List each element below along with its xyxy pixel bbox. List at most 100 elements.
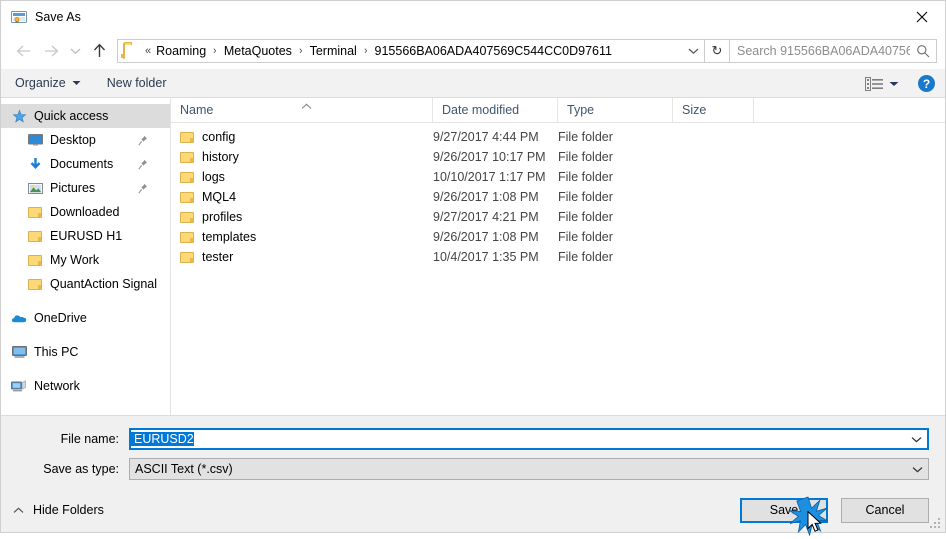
sidebar-item-network[interactable]: Network xyxy=(1,374,170,398)
breadcrumb: « Roaming › MetaQuotes › Terminal › 9155… xyxy=(144,44,682,58)
new-folder-button[interactable]: New folder xyxy=(107,76,167,90)
sidebar-item-this-pc[interactable]: This PC xyxy=(1,340,170,364)
organize-button[interactable]: Organize xyxy=(15,76,81,90)
save-as-type-row: Save as type: ASCII Text (*.csv) xyxy=(17,458,929,480)
folder-icon xyxy=(27,252,43,268)
hide-folders-label: Hide Folders xyxy=(33,503,104,517)
sidebar-item-pictures[interactable]: Pictures xyxy=(1,176,170,200)
pin-icon[interactable] xyxy=(138,135,148,146)
table-row[interactable]: MQL4 9/26/2017 1:08 PM File folder xyxy=(171,187,945,207)
sidebar-item-onedrive[interactable]: OneDrive xyxy=(1,306,170,330)
table-row[interactable]: config 9/27/2017 4:44 PM File folder xyxy=(171,127,945,147)
sidebar-item-eurusd-h1[interactable]: EURUSD H1 xyxy=(1,224,170,248)
sidebar-item-label: Pictures xyxy=(50,181,96,195)
back-arrow-icon xyxy=(16,45,30,56)
column-header-name[interactable]: Name xyxy=(171,97,433,123)
file-type-cell: File folder xyxy=(558,210,613,224)
save-button[interactable]: Save xyxy=(740,497,828,523)
file-name-cell: history xyxy=(171,150,433,164)
column-header-type[interactable]: Type xyxy=(558,97,673,123)
file-name-label: logs xyxy=(202,170,225,184)
breadcrumb-separator[interactable]: › xyxy=(209,45,221,57)
pin-icon[interactable] xyxy=(138,183,148,194)
breadcrumb-item-instance-id[interactable]: 915566BA06ADA407569C544CC0D97611 xyxy=(373,44,614,58)
file-type-cell: File folder xyxy=(558,170,613,184)
sidebar-item-downloaded[interactable]: Downloaded xyxy=(1,200,170,224)
dialog-buttons: Save Cancel xyxy=(740,495,929,537)
list-view-icon[interactable] xyxy=(864,76,884,91)
file-type-cell: File folder xyxy=(558,230,613,244)
breadcrumb-item-terminal[interactable]: Terminal xyxy=(308,44,359,58)
breadcrumb-item-metaquotes[interactable]: MetaQuotes xyxy=(222,44,294,58)
cancel-button[interactable]: Cancel xyxy=(841,497,929,523)
breadcrumb-item-roaming[interactable]: Roaming xyxy=(154,44,208,58)
sidebar-item-label: QuantAction Signal xyxy=(50,277,158,291)
file-date-cell: 9/26/2017 1:08 PM xyxy=(433,190,539,204)
folder-icon xyxy=(27,204,43,220)
cancel-button-label: Cancel xyxy=(865,503,905,517)
breadcrumb-overflow[interactable]: « xyxy=(144,45,154,57)
hide-folders-button[interactable]: Hide Folders xyxy=(13,503,104,517)
chevron-down-icon xyxy=(72,80,81,86)
file-name-row: File name: EURUSD2 xyxy=(17,428,929,450)
chevron-down-icon[interactable] xyxy=(906,466,928,473)
table-row[interactable]: profiles 9/27/2017 4:21 PM File folder xyxy=(171,207,945,227)
title-bar: Save As xyxy=(1,1,945,32)
caret-up-icon xyxy=(301,98,312,120)
table-row[interactable]: templates 9/26/2017 1:08 PM File folder xyxy=(171,227,945,247)
folder-icon xyxy=(180,171,194,183)
table-row[interactable]: history 9/26/2017 10:17 PM File folder xyxy=(171,147,945,167)
sidebar-item-label: Network xyxy=(34,379,80,393)
address-dropdown-button[interactable] xyxy=(682,40,704,62)
file-name-label: tester xyxy=(202,250,234,264)
search-box[interactable]: Search 915566BA06ADA40756... xyxy=(730,38,937,63)
resize-grip-icon[interactable] xyxy=(930,518,941,529)
column-headers: Name Date modified Type Size xyxy=(171,97,945,123)
forward-button[interactable] xyxy=(37,38,65,64)
search-input[interactable]: Search 915566BA06ADA40756... xyxy=(730,44,910,58)
file-date-cell: 10/4/2017 1:35 PM xyxy=(433,250,539,264)
breadcrumb-separator[interactable]: › xyxy=(360,45,372,57)
folder-icon xyxy=(123,42,139,59)
sidebar-item-label: EURUSD H1 xyxy=(50,229,123,243)
sidebar-item-documents[interactable]: Documents xyxy=(1,152,170,176)
close-button[interactable] xyxy=(899,1,945,32)
pin-icon[interactable] xyxy=(138,159,148,170)
file-type-cell: File folder xyxy=(558,130,613,144)
column-header-size[interactable]: Size xyxy=(673,97,754,123)
table-row[interactable]: tester 10/4/2017 1:35 PM File folder xyxy=(171,247,945,267)
file-name-input[interactable]: EURUSD2 xyxy=(129,428,929,450)
up-arrow-icon xyxy=(93,43,105,57)
star-icon xyxy=(11,108,27,124)
column-header-label: Name xyxy=(180,102,214,117)
up-button[interactable] xyxy=(85,38,113,64)
folder-icon xyxy=(180,191,194,203)
close-icon xyxy=(916,11,928,22)
recent-locations-button[interactable] xyxy=(65,38,85,64)
sidebar-item-label: This PC xyxy=(34,345,79,359)
refresh-button[interactable]: ↻ xyxy=(704,38,729,63)
column-header-date-modified[interactable]: Date modified xyxy=(433,97,558,123)
view-options-caret[interactable] xyxy=(884,81,904,87)
sidebar-item-quick-access[interactable]: Quick access xyxy=(1,104,170,128)
navigation-sidebar: Quick access Desktop Documents Pictures … xyxy=(1,98,171,415)
window-title: Save As xyxy=(35,9,81,24)
sidebar-item-quantaction-signal[interactable]: QuantAction Signal xyxy=(1,272,170,296)
this-pc-icon xyxy=(11,344,27,360)
forward-arrow-icon xyxy=(44,45,58,56)
toolbar-right-group: ? xyxy=(864,69,935,98)
chevron-down-icon xyxy=(889,81,899,86)
address-bar[interactable]: « Roaming › MetaQuotes › Terminal › 9155… xyxy=(117,38,730,63)
sidebar-item-desktop[interactable]: Desktop xyxy=(1,128,170,152)
sidebar-item-label: My Work xyxy=(50,253,100,267)
folder-icon xyxy=(180,211,194,223)
caret-up-icon xyxy=(13,506,24,514)
breadcrumb-separator[interactable]: › xyxy=(295,45,307,57)
sidebar-item-label: Quick access xyxy=(34,109,109,123)
help-icon[interactable]: ? xyxy=(918,75,935,92)
sidebar-item-my-work[interactable]: My Work xyxy=(1,248,170,272)
save-as-type-select[interactable]: ASCII Text (*.csv) xyxy=(129,458,929,480)
chevron-down-icon[interactable] xyxy=(905,436,927,443)
back-button[interactable] xyxy=(9,38,37,64)
table-row[interactable]: logs 10/10/2017 1:17 PM File folder xyxy=(171,167,945,187)
